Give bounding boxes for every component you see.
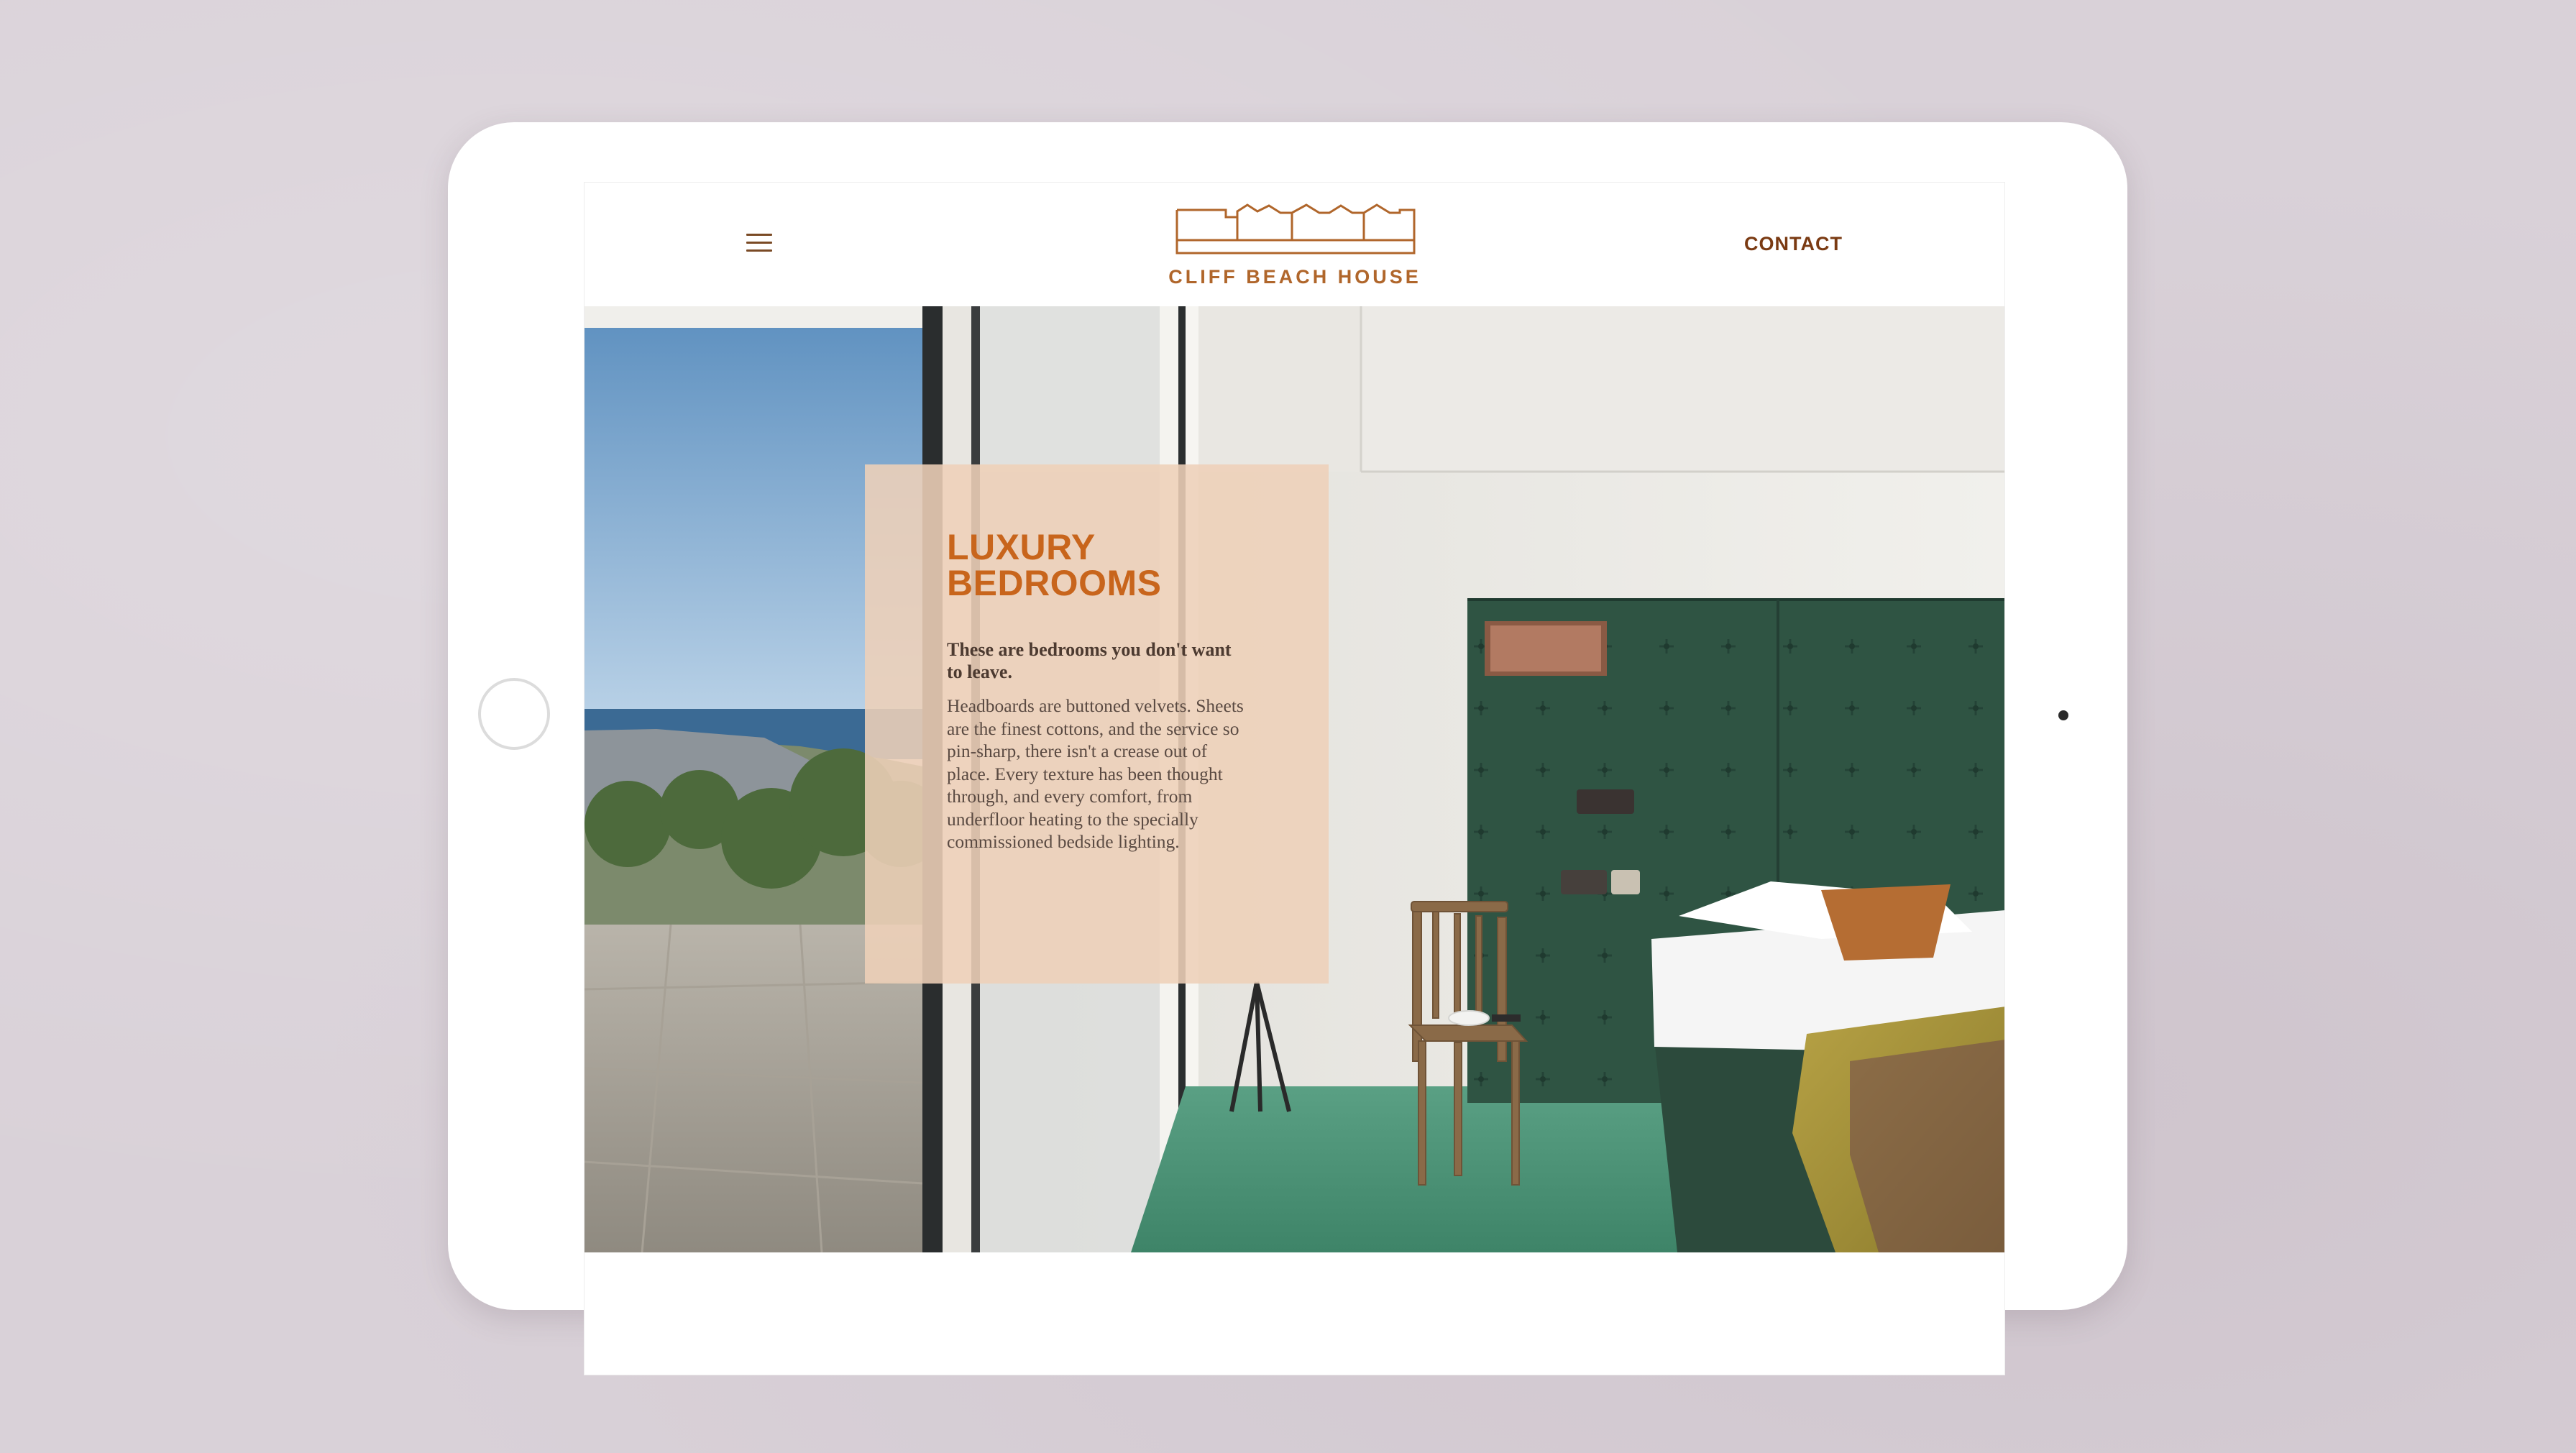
hamburger-menu-icon[interactable] <box>746 228 782 260</box>
tablet-device: CLIFF BEACH HOUSE CONTACT LUXURY BEDROOM… <box>448 122 2127 1375</box>
camera-dot <box>2058 710 2068 720</box>
home-button[interactable] <box>478 678 550 750</box>
contact-link[interactable]: CONTACT <box>1744 233 1843 255</box>
website-screen: CLIFF BEACH HOUSE CONTACT LUXURY BEDROOM… <box>584 182 2005 1375</box>
luxury-bedrooms-card: LUXURY BEDROOMS These are bedrooms you d… <box>865 464 1329 984</box>
card-body: Headboards are buttoned velvets. Sheets … <box>947 695 1244 852</box>
card-heading: LUXURY BEDROOMS <box>947 527 1162 603</box>
card-lead: These are bedrooms you don't want to lea… <box>947 639 1232 682</box>
site-logo[interactable]: CLIFF BEACH HOUSE <box>1168 203 1421 289</box>
hero-section: LUXURY BEDROOMS These are bedrooms you d… <box>585 306 2004 1252</box>
house-roofline-logo-icon <box>1175 203 1416 255</box>
site-header: CLIFF BEACH HOUSE CONTACT <box>585 183 2004 306</box>
brand-name: CLIFF BEACH HOUSE <box>1168 266 1421 288</box>
